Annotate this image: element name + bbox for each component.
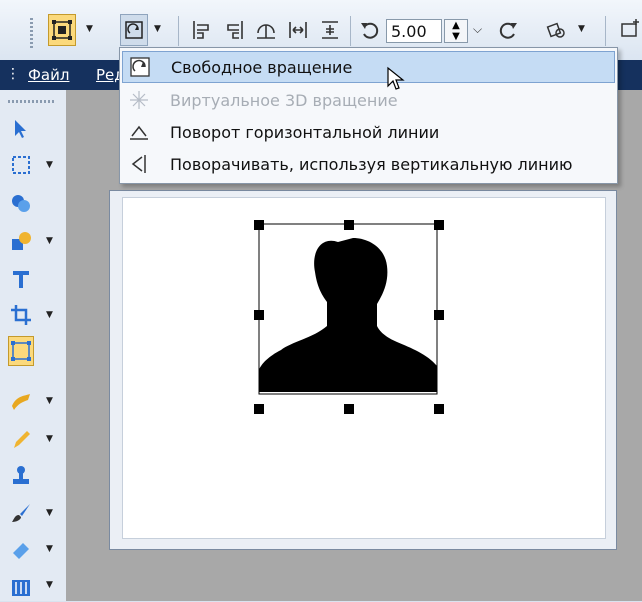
resize-handle-tl[interactable] xyxy=(254,220,264,230)
distribute-v-button[interactable] xyxy=(316,14,344,46)
shapes-icon xyxy=(12,232,31,250)
menu-item-label: Поворот горизонтальной линии xyxy=(170,122,440,142)
resize-handle-b[interactable] xyxy=(344,404,354,414)
pattern-icon xyxy=(12,580,30,596)
transform-tool[interactable] xyxy=(8,336,34,366)
flip-button[interactable] xyxy=(252,14,280,46)
resize-handle-t[interactable] xyxy=(344,220,354,230)
distribute-horizontal-icon xyxy=(289,22,307,38)
pattern-tool-dropdown[interactable]: ▼ xyxy=(46,580,53,590)
flip-icon xyxy=(257,24,275,39)
toolbox-grip[interactable] xyxy=(8,100,54,103)
mask-icon xyxy=(12,195,30,212)
free-rotate-icon xyxy=(123,53,157,81)
transform-icon xyxy=(11,341,31,361)
rotate-frame-icon xyxy=(125,21,143,39)
brush-icon xyxy=(12,504,30,522)
pattern-tool[interactable] xyxy=(8,572,34,602)
transform-tool-dropdown[interactable]: ▼ xyxy=(86,24,93,34)
document-window xyxy=(109,190,617,550)
rotate-cw-icon xyxy=(499,22,517,39)
align-left-icon xyxy=(193,21,209,39)
selection-tool[interactable] xyxy=(8,150,34,180)
shape-tool[interactable] xyxy=(8,226,34,256)
toolbar-separator xyxy=(350,16,351,46)
resize-handle-bl[interactable] xyxy=(254,404,264,414)
crop-icon xyxy=(11,305,31,325)
eraser-icon xyxy=(13,543,29,559)
align-right-button[interactable] xyxy=(220,14,248,46)
eraser-tool-dropdown[interactable]: ▼ xyxy=(46,544,53,554)
menu-item-label: Поворачивать, используя вертикальную лин… xyxy=(170,154,573,174)
menu-file[interactable]: Файл xyxy=(28,66,69,84)
menu-item-vertical-line[interactable]: Поворачивать, используя вертикальную лин… xyxy=(122,148,615,180)
transform-options-icon xyxy=(546,22,565,38)
transform-options-dropdown[interactable]: ▼ xyxy=(578,24,585,34)
add-frame-icon xyxy=(621,19,639,37)
selection-tool-dropdown[interactable]: ▼ xyxy=(46,160,53,170)
align-right-icon xyxy=(227,21,243,39)
toolbar-separator xyxy=(178,16,179,46)
transform-options-button[interactable] xyxy=(542,14,570,46)
rotate-ccw-icon xyxy=(361,22,379,39)
distribute-vertical-icon xyxy=(322,21,338,39)
transform-icon xyxy=(52,20,72,40)
clone-tool[interactable] xyxy=(8,460,34,490)
rotate-mode-button[interactable] xyxy=(120,14,148,46)
stamp-icon xyxy=(13,466,29,484)
shape-tool-dropdown[interactable]: ▼ xyxy=(46,236,53,246)
rotate-mode-dropdown[interactable]: ▼ xyxy=(154,24,161,34)
rotate-3d-icon xyxy=(122,86,156,114)
resize-handle-r[interactable] xyxy=(434,310,444,320)
menubar-grip: ⋮ xyxy=(6,66,20,82)
transform-tool-button[interactable] xyxy=(48,14,76,46)
retouch-tool-dropdown[interactable]: ▼ xyxy=(46,396,53,406)
extra-tool-button[interactable] xyxy=(616,14,642,46)
spin-down-icon[interactable]: ▼ xyxy=(452,31,460,42)
menu-item-horizontal-line[interactable]: Поворот горизонтальной линии xyxy=(122,116,615,148)
brush-tool-dropdown[interactable]: ▼ xyxy=(46,508,53,518)
menu-item-free-rotate[interactable]: Свободное вращение xyxy=(122,51,615,83)
mouse-cursor-icon xyxy=(387,66,405,90)
paint-tool-dropdown[interactable]: ▼ xyxy=(46,434,53,444)
pencil-icon xyxy=(14,431,30,448)
text-tool[interactable] xyxy=(8,264,34,294)
toolbar-grip[interactable] xyxy=(30,18,33,50)
resize-handle-tr[interactable] xyxy=(434,220,444,230)
pointer-tool[interactable] xyxy=(8,114,34,144)
spin-up-icon[interactable]: ▲ xyxy=(452,20,460,31)
marquee-icon xyxy=(12,156,30,174)
horizontal-line-rotate-icon xyxy=(122,118,156,146)
image-canvas[interactable] xyxy=(122,197,606,539)
distribute-h-button[interactable] xyxy=(284,14,312,46)
mask-tool[interactable] xyxy=(8,188,34,218)
crop-tool-dropdown[interactable]: ▼ xyxy=(46,310,53,320)
vertical-line-rotate-icon xyxy=(122,150,156,178)
rotate-angle-input[interactable]: 5.00 xyxy=(386,19,442,43)
pointer-icon xyxy=(15,120,26,138)
crop-tool[interactable] xyxy=(8,300,34,330)
rotate-mode-menu: Свободное вращение Виртуальное 3D вращен… xyxy=(119,47,618,184)
eraser-tool[interactable] xyxy=(8,534,34,564)
silhouette-image[interactable] xyxy=(241,214,451,414)
resize-handle-l[interactable] xyxy=(254,310,264,320)
align-left-button[interactable] xyxy=(188,14,216,46)
left-toolbox: ▼ ▼ ▼ ▼ ▼ ▼ ▼ ▼ xyxy=(0,90,67,601)
toolbar-separator xyxy=(605,16,606,46)
brush-tool[interactable] xyxy=(8,498,34,528)
retouch-icon xyxy=(12,394,30,410)
menu-item-3d-rotate: Виртуальное 3D вращение xyxy=(122,84,615,116)
menu-item-label: Свободное вращение xyxy=(171,57,353,77)
rotate-cw-button[interactable] xyxy=(494,14,522,46)
paint-tool[interactable] xyxy=(8,424,34,454)
rotate-angle-spinner[interactable]: ▲ ▼ xyxy=(444,19,468,43)
rotate-ccw-button[interactable] xyxy=(356,14,384,46)
retouch-tool[interactable] xyxy=(8,386,34,416)
resize-handle-br[interactable] xyxy=(434,404,444,414)
menu-item-label: Виртуальное 3D вращение xyxy=(170,90,398,110)
text-icon xyxy=(13,271,29,288)
angle-dropdown-icon[interactable]: ⌵ xyxy=(473,22,482,37)
